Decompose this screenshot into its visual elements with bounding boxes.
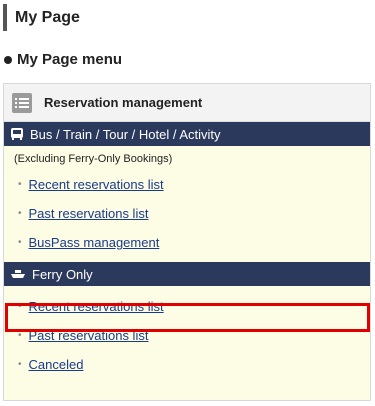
bullet-icon: • [18,208,22,219]
my-page-menu-heading: My Page menu [4,50,122,70]
bus-category-label: Bus / Train / Tour / Hotel / Activity [30,126,221,142]
exclusion-note: (Excluding Ferry-Only Bookings) [14,153,173,165]
my-page-menu-label: My Page menu [17,51,123,68]
bus-recent-reservations-link[interactable]: Recent reservations list [29,177,164,192]
bullet-dot-icon [4,56,12,64]
ferry-canceled-row: • Canceled [4,350,370,379]
page-title: My Page [3,4,80,31]
ferry-icon [10,268,26,280]
ferry-category-label: Ferry Only [32,266,93,282]
reservation-management-panel: Reservation management Bus / Train / Tou… [3,83,371,401]
ferry-canceled-link[interactable]: Canceled [29,357,84,372]
bullet-icon: • [18,179,22,190]
bullet-icon: • [18,359,22,370]
bullet-icon: • [18,237,22,248]
highlight-box [5,303,370,332]
bus-recent-reservations-row: • Recent reservations list [4,170,370,199]
bus-past-reservations-link[interactable]: Past reservations list [29,206,149,221]
buspass-management-link[interactable]: BusPass management [29,235,160,250]
ferry-category-bar: Ferry Only [4,262,370,286]
bus-past-reservations-row: • Past reservations list [4,199,370,228]
buspass-management-row: • BusPass management [4,228,370,257]
bus-icon [10,127,24,141]
bus-category-bar: Bus / Train / Tour / Hotel / Activity [4,122,370,146]
list-icon [12,92,32,113]
panel-header: Reservation management [4,84,370,122]
panel-title: Reservation management [44,95,203,110]
